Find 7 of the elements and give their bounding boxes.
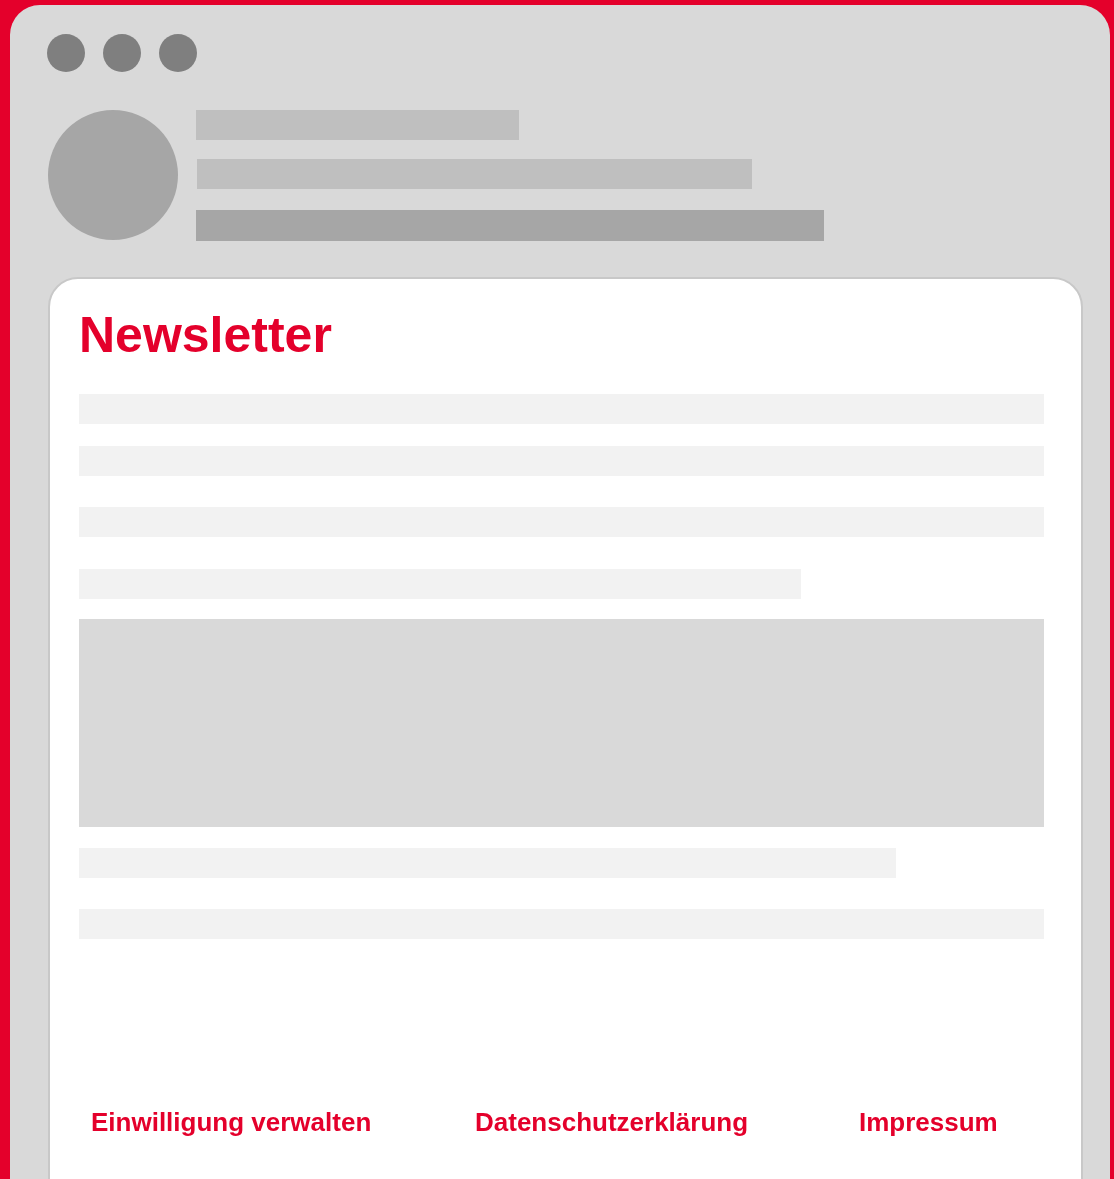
window-control-icon[interactable] — [103, 34, 141, 72]
window-control-icon[interactable] — [47, 34, 85, 72]
window-control-icon[interactable] — [159, 34, 197, 72]
footer-link[interactable]: Impressum — [859, 1107, 998, 1137]
newsletter-title: Newsletter — [79, 306, 333, 365]
footer-link[interactable]: Datenschutzerklärung — [475, 1107, 749, 1137]
footer-link[interactable]: Einwilligung verwalten — [91, 1107, 372, 1137]
